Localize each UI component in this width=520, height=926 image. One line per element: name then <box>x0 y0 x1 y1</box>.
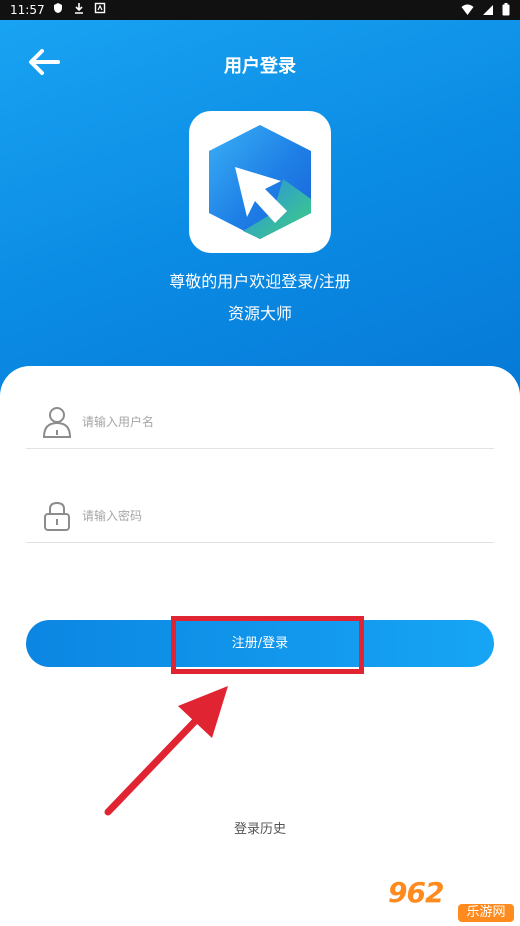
watermark-number: 962 <box>388 876 444 909</box>
signal-icon <box>483 4 493 15</box>
highlight-box <box>171 616 364 674</box>
battery-icon <box>502 3 510 16</box>
login-history-link[interactable]: 登录历史 <box>0 818 520 837</box>
app-name: 资源大师 <box>227 304 292 323</box>
username-input[interactable] <box>80 406 464 438</box>
watermark-net: .NET <box>456 881 503 902</box>
username-field[interactable] <box>26 392 494 449</box>
status-time: 11:57 <box>10 3 45 17</box>
password-input[interactable] <box>80 500 464 532</box>
user-icon <box>42 407 72 438</box>
shield-icon <box>54 3 62 13</box>
pointer-arrow-icon <box>104 686 228 816</box>
site-watermark: 962 .NET 乐游网 <box>380 876 518 924</box>
page-title: 用户登录 <box>224 56 296 77</box>
app-logo <box>189 111 331 253</box>
status-bar: 11:57 <box>0 0 520 20</box>
download-icon <box>75 3 83 14</box>
wifi-icon <box>461 4 474 15</box>
notification-icon <box>94 2 106 14</box>
app-logo-icon <box>209 125 311 239</box>
welcome-text: 尊敬的用户欢迎登录/注册 <box>169 272 351 291</box>
watermark-text: 乐游网 <box>458 904 514 922</box>
lock-icon <box>44 501 70 531</box>
password-field[interactable] <box>26 486 494 543</box>
